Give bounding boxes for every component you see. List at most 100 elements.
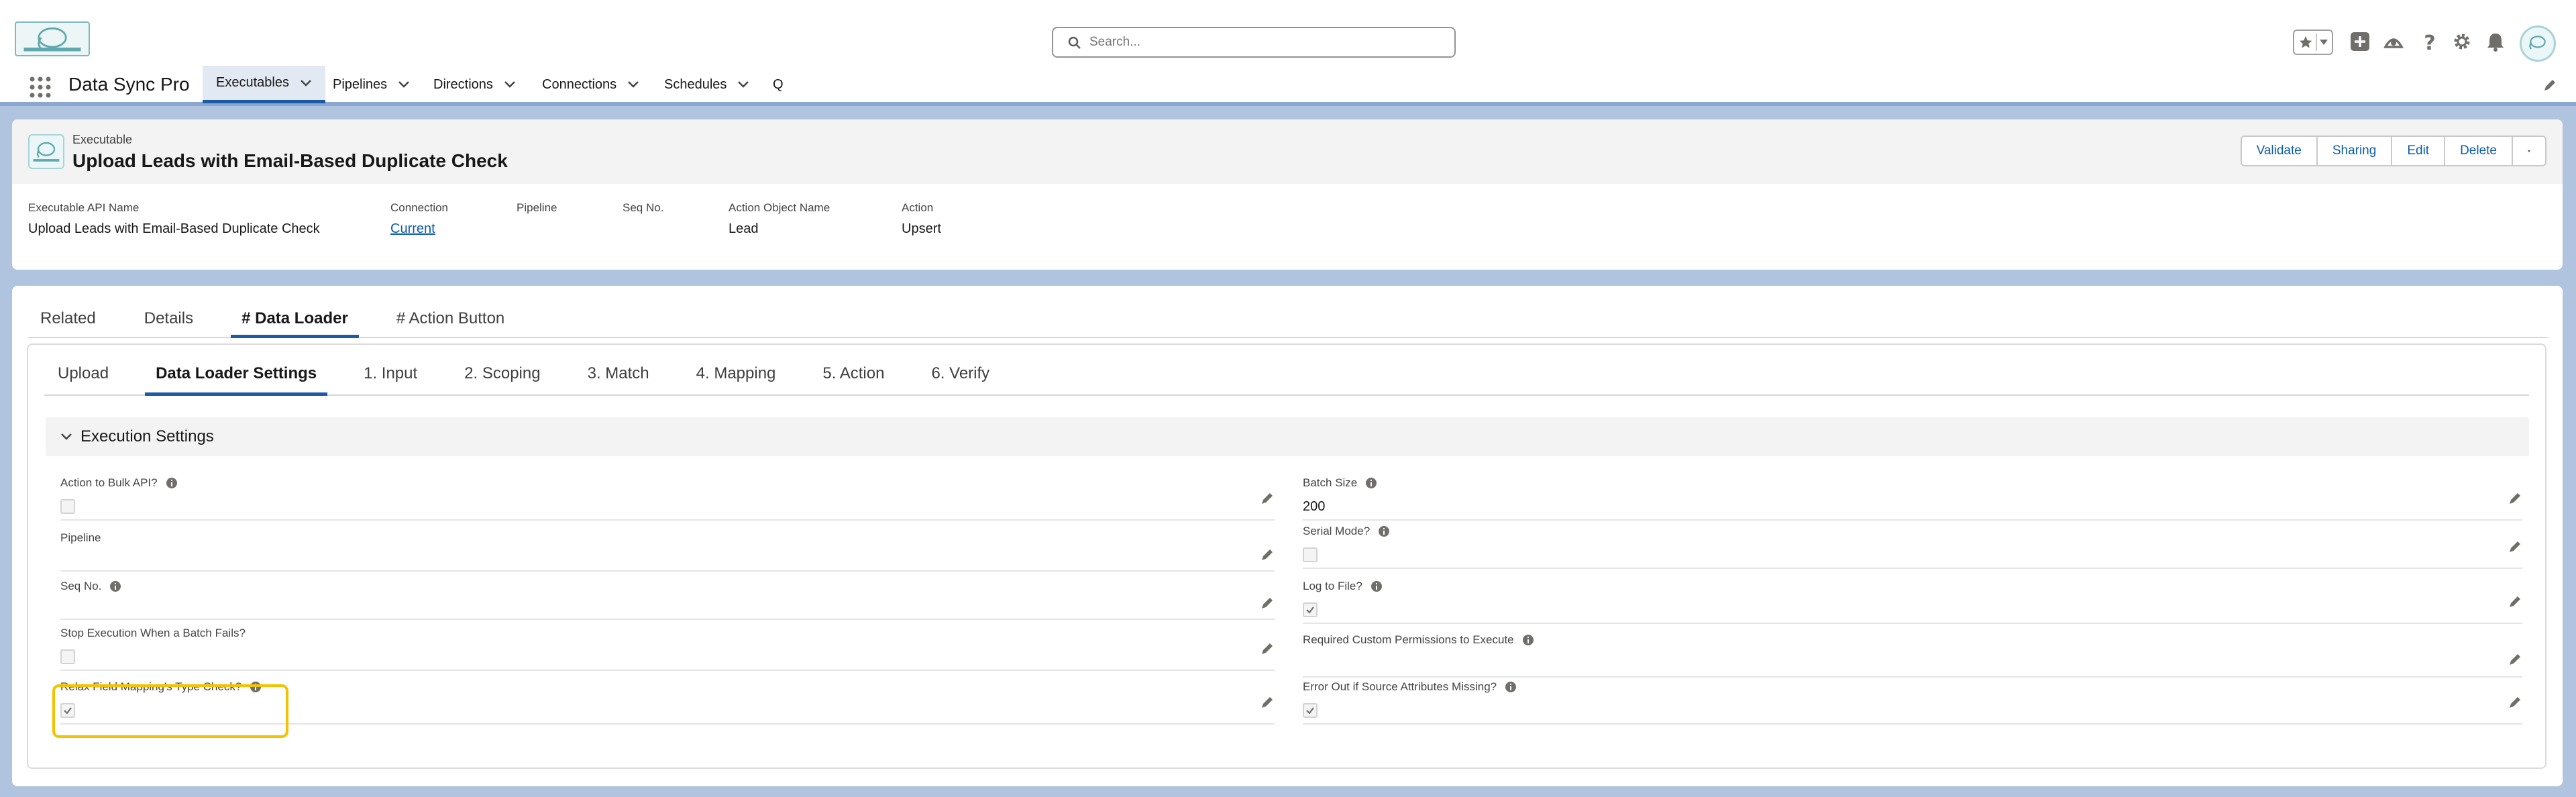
add-icon[interactable] bbox=[2349, 31, 2371, 52]
tab-action-button[interactable]: # Action Button bbox=[396, 301, 504, 337]
field-seq-no: Seq No. bbox=[60, 580, 1275, 620]
highlight-api-name: Executable API Name Upload Leads with Em… bbox=[28, 201, 320, 237]
nav-tab-label: Pipelines bbox=[333, 76, 388, 92]
field-label: Required Custom Permissions to Execute bbox=[1303, 633, 1514, 646]
field-label-wrap: Action to Bulk API? bbox=[60, 476, 178, 490]
nav-tab-q[interactable]: Q bbox=[773, 66, 784, 103]
trailhead-icon[interactable] bbox=[2383, 31, 2404, 52]
field-label: Pipeline bbox=[60, 531, 101, 544]
chevron-down-icon[interactable] bbox=[737, 81, 749, 89]
subtab-data-loader-settings[interactable]: Data Loader Settings bbox=[145, 353, 328, 396]
field-label-wrap: Serial Mode? bbox=[1303, 525, 1390, 538]
favorites-dropdown-icon[interactable] bbox=[2320, 40, 2328, 45]
chevron-down-icon[interactable] bbox=[504, 81, 516, 89]
nav-tab-executables[interactable]: Executables bbox=[203, 66, 325, 103]
field-serial-mode: Serial Mode? bbox=[1303, 525, 2522, 569]
edit-pencil-icon[interactable] bbox=[2508, 491, 2522, 506]
user-avatar[interactable] bbox=[2520, 25, 2556, 62]
nav-tab-pipelines[interactable]: Pipelines bbox=[333, 66, 410, 103]
field-label-wrap: Stop Execution When a Batch Fails? bbox=[60, 627, 246, 640]
error-out-checkbox bbox=[1303, 703, 1318, 718]
field-label: Stop Execution When a Batch Fails? bbox=[60, 627, 246, 639]
svg-text:?: ? bbox=[2424, 32, 2435, 52]
edit-pencil-icon[interactable] bbox=[2508, 539, 2522, 554]
info-icon[interactable] bbox=[109, 580, 121, 592]
field-label-wrap: Pipeline bbox=[60, 531, 101, 545]
app-launcher-waffle-icon[interactable] bbox=[28, 75, 52, 99]
favorites-button-group[interactable] bbox=[2293, 30, 2333, 55]
subtab-match[interactable]: 3. Match bbox=[588, 353, 649, 394]
nav-tab-label: Schedules bbox=[664, 76, 727, 92]
log-to-file-checkbox bbox=[1303, 602, 1318, 617]
subtab-action[interactable]: 5. Action bbox=[822, 353, 884, 394]
edit-pencil-icon[interactable] bbox=[1260, 641, 1275, 656]
validate-button[interactable]: Validate bbox=[2240, 136, 2318, 166]
nav-tab-directions[interactable]: Directions bbox=[433, 66, 516, 103]
connection-link[interactable]: Current bbox=[390, 221, 448, 237]
checkmark-icon bbox=[1306, 606, 1314, 614]
info-icon[interactable] bbox=[1365, 477, 1377, 489]
setup-gear-icon[interactable] bbox=[2451, 31, 2473, 52]
highlight-annotation-box bbox=[52, 684, 288, 738]
subtab-mapping[interactable]: 4. Mapping bbox=[696, 353, 776, 394]
info-icon[interactable] bbox=[166, 477, 178, 489]
edit-pencil-icon[interactable] bbox=[2508, 695, 2522, 710]
subtab-upload[interactable]: Upload bbox=[58, 353, 109, 394]
nav-tab-schedules[interactable]: Schedules bbox=[664, 66, 749, 103]
highlight-connection: Connection Current bbox=[390, 201, 448, 237]
tab-data-loader[interactable]: # Data Loader bbox=[231, 301, 359, 338]
edit-pencil-icon[interactable] bbox=[1260, 491, 1275, 506]
edit-nav-pencil-icon[interactable] bbox=[2542, 78, 2557, 93]
subtab-scoping[interactable]: 2. Scoping bbox=[464, 353, 540, 394]
section-toggle-execution-settings[interactable]: Execution Settings bbox=[46, 417, 2529, 456]
field-stop-execution-when-batch-fails: Stop Execution When a Batch Fails? bbox=[60, 627, 1275, 671]
section-title: Execution Settings bbox=[80, 427, 214, 445]
field-value: Upsert bbox=[902, 221, 941, 236]
field-label-wrap: Seq No. bbox=[60, 580, 121, 593]
highlight-pipeline: Pipeline bbox=[517, 201, 557, 221]
subtab-verify[interactable]: 6. Verify bbox=[931, 353, 989, 394]
edit-button[interactable]: Edit bbox=[2391, 136, 2446, 166]
field-label: Serial Mode? bbox=[1303, 525, 1371, 537]
delete-button[interactable]: Delete bbox=[2444, 136, 2513, 166]
info-icon[interactable] bbox=[1505, 681, 1517, 693]
tab-details[interactable]: Details bbox=[144, 301, 193, 337]
batch-size-value: 200 bbox=[1303, 499, 1326, 514]
chevron-down-icon[interactable] bbox=[398, 81, 410, 89]
data-loader-subtabset: Upload Data Loader Settings 1. Input 2. … bbox=[44, 353, 2529, 396]
help-icon[interactable]: ? bbox=[2419, 31, 2440, 52]
field-label-wrap: Batch Size bbox=[1303, 476, 1377, 490]
chevron-down-icon[interactable] bbox=[627, 81, 639, 89]
edit-pencil-icon[interactable] bbox=[2508, 652, 2522, 667]
nav-tab-label: Executables bbox=[216, 75, 289, 90]
field-label: Batch Size bbox=[1303, 476, 1358, 489]
field-label: Log to File? bbox=[1303, 580, 1362, 592]
edit-pencil-icon[interactable] bbox=[1260, 695, 1275, 710]
field-error-out-if-source-attributes-missing: Error Out if Source Attributes Missing? bbox=[1303, 680, 2522, 725]
notifications-bell-icon[interactable] bbox=[2485, 31, 2506, 52]
info-icon[interactable] bbox=[1378, 525, 1390, 537]
highlight-action: Action Upsert bbox=[902, 201, 941, 237]
info-icon[interactable] bbox=[1371, 580, 1383, 592]
record-type-label: Executable bbox=[72, 133, 133, 146]
nav-tab-connections[interactable]: Connections bbox=[542, 66, 639, 103]
search-placeholder: Search... bbox=[1089, 35, 1141, 49]
global-search-input[interactable]: Search... bbox=[1052, 27, 1456, 58]
field-label: Executable API Name bbox=[28, 201, 140, 214]
edit-pencil-icon[interactable] bbox=[2508, 594, 2522, 609]
more-actions-button[interactable] bbox=[2512, 136, 2546, 166]
sharing-button[interactable]: Sharing bbox=[2316, 136, 2393, 166]
highlight-action-object: Action Object Name Lead bbox=[729, 201, 830, 237]
chevron-down-icon bbox=[2528, 150, 2530, 152]
field-label: Action to Bulk API? bbox=[60, 476, 158, 489]
subtab-input[interactable]: 1. Input bbox=[364, 353, 417, 394]
favorites-star-icon[interactable] bbox=[2298, 35, 2313, 50]
elephant-avatar-icon bbox=[2529, 36, 2546, 50]
edit-pencil-icon[interactable] bbox=[1260, 547, 1275, 562]
chevron-down-icon[interactable] bbox=[300, 79, 312, 87]
edit-pencil-icon[interactable] bbox=[1260, 596, 1275, 610]
info-icon[interactable] bbox=[1522, 634, 1534, 646]
tab-related[interactable]: Related bbox=[40, 301, 96, 337]
search-icon bbox=[1068, 36, 1081, 49]
app-logo[interactable] bbox=[15, 21, 90, 56]
